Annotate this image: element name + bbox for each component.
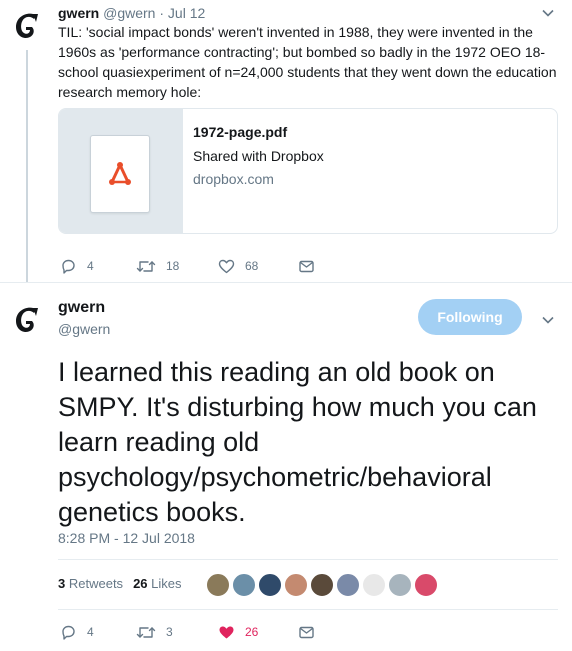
envelope-icon [299,626,314,638]
envelope-icon [299,260,314,272]
likes-stat[interactable]: 26 Likes [133,576,181,591]
thread-line [26,50,28,282]
link-card[interactable]: 1972-page.pdf Shared with Dropbox dropbo… [58,108,558,234]
reply-count: 4 [87,259,94,273]
retweet-button[interactable]: 3 [136,622,173,642]
parent-tweet[interactable]: gwern @gwern · Jul 12 TIL: 'social impac… [0,0,572,283]
link-card-title[interactable]: 1972-page.pdf [193,124,287,140]
reply-button[interactable]: 4 [60,256,94,276]
retweet-icon [136,626,156,638]
like-button[interactable]: 68 [218,256,258,276]
link-card-thumbnail [59,109,183,233]
link-card-description: Shared with Dropbox [193,148,324,164]
link-card-domain: dropbox.com [193,171,274,187]
liker-avatar[interactable] [388,573,412,597]
liker-avatar[interactable] [310,573,334,597]
tweet-header: gwern @gwern · Jul 12 [58,4,205,22]
like-button[interactable]: 26 [218,622,258,642]
document-icon [90,135,150,213]
tweet-actions: 4 3 26 [58,622,358,642]
retweets-label: Retweets [68,576,124,591]
divider [58,559,558,560]
like-count: 68 [245,259,259,273]
tweet-timestamp[interactable]: 8:28 PM - 12 Jul 2018 [58,530,195,546]
handle[interactable]: @gwern [103,5,155,21]
direct-message-button[interactable] [298,622,315,642]
reply-icon [62,259,75,274]
chevron-down-icon[interactable] [541,6,555,20]
chevron-down-icon[interactable] [541,313,555,327]
tweet-stats: 3 Retweets 26 Likes [58,576,182,591]
likes-count: 26 [133,576,148,591]
pdf-icon [109,162,131,185]
tweet-actions: 4 18 68 [58,256,358,276]
reply-button[interactable]: 4 [60,622,94,642]
focused-tweet: gwern @gwern Following I learned this re… [0,283,572,651]
following-button[interactable]: Following [418,299,522,335]
liker-avatar[interactable] [232,573,256,597]
reply-count: 4 [87,625,94,639]
direct-message-button[interactable] [298,256,315,276]
liker-avatar[interactable] [284,573,308,597]
tweet-time[interactable]: Jul 12 [168,5,205,21]
liker-avatar[interactable] [206,573,230,597]
tweet-text: I learned this reading an old book on SM… [58,357,537,527]
display-name[interactable]: gwern [58,5,99,21]
handle[interactable]: @gwern [58,321,110,337]
like-count: 26 [245,625,259,639]
separator: · [159,5,165,21]
retweet-count: 3 [166,625,173,639]
divider [58,609,558,610]
avatar[interactable] [8,6,48,46]
retweet-count: 18 [166,259,180,273]
likes-label: Likes [151,576,182,591]
retweets-count: 3 [58,576,66,591]
display-name[interactable]: gwern [58,299,105,317]
heart-icon [218,259,235,273]
avatar[interactable] [8,300,48,340]
retweet-button[interactable]: 18 [136,256,179,276]
liker-avatar[interactable] [414,573,438,597]
reply-icon [62,625,75,640]
retweets-stat[interactable]: 3 Retweets [58,576,123,591]
liker-avatar[interactable] [336,573,360,597]
liker-avatar[interactable] [258,573,282,597]
heart-filled-icon [219,626,234,638]
liker-avatar[interactable] [362,573,386,597]
tweet-text: TIL: 'social impact bonds' weren't inven… [58,24,557,100]
retweet-icon [136,260,156,272]
